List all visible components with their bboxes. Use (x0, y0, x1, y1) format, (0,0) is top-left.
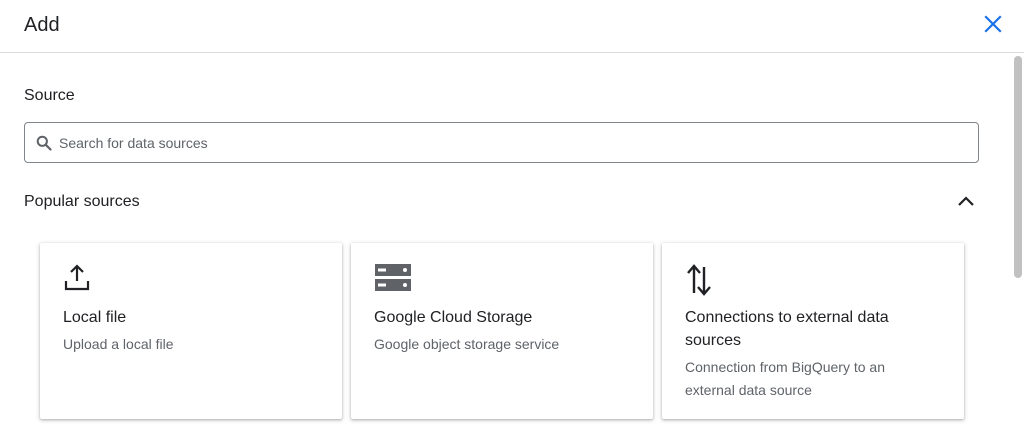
popular-sources-label: Popular sources (24, 193, 140, 210)
swap-vert-icon (685, 263, 723, 297)
search-input[interactable] (59, 134, 939, 151)
dialog-header: Add (0, 0, 1024, 53)
search-box[interactable] (24, 122, 979, 163)
card-title: Google Cloud Storage (374, 309, 533, 326)
card-title: Local file (63, 309, 127, 326)
search-icon (35, 134, 53, 152)
card-title: Connections to external data sources (685, 309, 889, 349)
collapse-button[interactable] (953, 188, 979, 214)
storage-icon (374, 263, 412, 297)
source-card-cloud-storage[interactable]: Google Cloud Storage Google object stora… (351, 243, 653, 419)
card-description: Google object storage service (374, 336, 560, 352)
source-label: Source (24, 87, 75, 104)
chevron-up-icon (958, 196, 974, 206)
card-description: Upload a local file (63, 336, 174, 352)
source-card-local-file[interactable]: Local file Upload a local file (40, 243, 342, 419)
dialog-title: Add (24, 14, 60, 36)
source-card-external-connections[interactable]: Connections to external data sources Con… (662, 243, 964, 419)
card-description: Connection from BigQuery to an external … (685, 359, 885, 398)
close-icon (984, 15, 1002, 33)
close-button[interactable] (979, 10, 1007, 38)
upload-icon (63, 263, 101, 297)
scrollbar-thumb[interactable] (1014, 56, 1022, 278)
